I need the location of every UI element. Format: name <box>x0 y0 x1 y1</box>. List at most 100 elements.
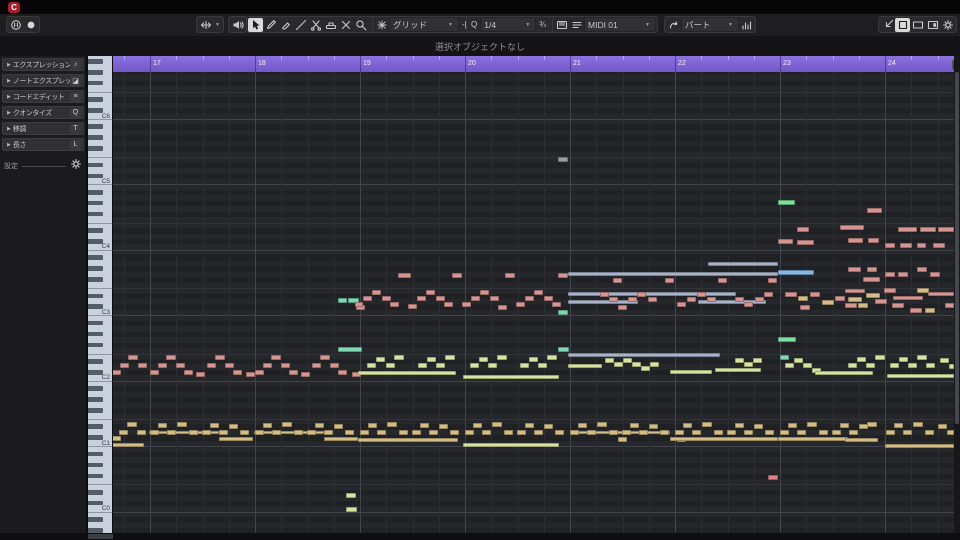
midi-note[interactable] <box>785 363 794 368</box>
midi-note[interactable] <box>797 227 809 232</box>
midi-note[interactable] <box>744 302 753 307</box>
midi-note[interactable] <box>346 493 356 498</box>
piano-key-black[interactable] <box>88 80 103 86</box>
midi-note[interactable] <box>482 430 491 435</box>
midi-note[interactable] <box>558 347 569 352</box>
vertical-scrollbar[interactable] <box>954 56 960 533</box>
midi-note[interactable] <box>558 157 568 162</box>
midi-note[interactable] <box>900 243 912 248</box>
midi-note[interactable] <box>497 355 507 360</box>
solo-editor-button[interactable] <box>8 18 23 32</box>
midi-note[interactable] <box>196 372 205 377</box>
midi-note[interactable] <box>926 363 935 368</box>
piano-key-black[interactable] <box>88 451 103 457</box>
midi-note[interactable] <box>113 370 121 375</box>
midi-note[interactable] <box>338 298 347 303</box>
piano-key-black[interactable] <box>88 342 103 348</box>
midi-note[interactable] <box>578 423 587 428</box>
midi-note[interactable] <box>778 337 796 342</box>
midi-note[interactable] <box>338 370 347 375</box>
midi-note[interactable] <box>708 262 778 266</box>
inspector-section-0[interactable]: ▶エクスプレッションマップ♪ <box>2 58 84 71</box>
scrollbar-handle[interactable] <box>955 72 959 424</box>
midi-note[interactable] <box>822 300 834 305</box>
midi-note[interactable] <box>320 355 330 360</box>
midi-note[interactable] <box>892 303 904 308</box>
midi-note[interactable] <box>158 363 167 368</box>
midi-note[interactable] <box>687 297 696 302</box>
midi-note[interactable] <box>803 363 812 368</box>
midi-note[interactable] <box>778 200 795 205</box>
midi-note[interactable] <box>938 424 947 429</box>
piano-key-black[interactable] <box>88 200 103 206</box>
piano-key-black[interactable] <box>88 277 103 282</box>
midi-note[interactable] <box>219 430 228 435</box>
midi-note[interactable] <box>479 357 488 362</box>
piano-keyboard[interactable]: C6 C5 C4 C3 C2 C1 C0 <box>88 56 113 533</box>
midi-note[interactable] <box>768 278 777 283</box>
piano-roll-canvas[interactable] <box>113 72 954 533</box>
midi-note[interactable] <box>312 363 321 368</box>
midi-note[interactable] <box>755 297 764 302</box>
midi-note[interactable] <box>613 278 622 283</box>
midi-note[interactable] <box>797 240 814 245</box>
zoom-tool[interactable] <box>353 18 368 32</box>
midi-note[interactable] <box>945 303 954 308</box>
midi-note[interactable] <box>324 430 333 435</box>
midi-note[interactable] <box>367 363 376 368</box>
midi-note[interactable] <box>289 370 298 375</box>
midi-note[interactable] <box>622 430 631 435</box>
midi-note[interactable] <box>778 437 848 441</box>
midi-note[interactable] <box>648 297 657 302</box>
piano-key-black[interactable] <box>88 424 103 430</box>
inspector-section-2[interactable]: ▶ コードエディット ≡ <box>2 90 84 103</box>
midi-note[interactable] <box>938 227 954 232</box>
midi-note[interactable] <box>547 355 557 360</box>
midi-note[interactable] <box>504 430 513 435</box>
midi-note[interactable] <box>875 355 885 360</box>
midi-note[interactable] <box>166 355 176 360</box>
midi-note[interactable] <box>848 238 863 243</box>
midi-note[interactable] <box>463 375 559 379</box>
midi-note[interactable] <box>928 292 954 296</box>
midi-note[interactable] <box>788 423 797 428</box>
timeline-ruler[interactable]: 17 18 19 20 21 22 23 24 <box>113 56 954 72</box>
midi-note[interactable] <box>840 423 849 428</box>
midi-note[interactable] <box>848 363 857 368</box>
midi-note[interactable] <box>294 430 303 435</box>
midi-note[interactable] <box>525 296 534 301</box>
midi-note[interactable] <box>735 358 744 363</box>
midi-note[interactable] <box>418 363 427 368</box>
midi-note[interactable] <box>639 430 648 435</box>
midi-note[interactable] <box>346 507 357 512</box>
midi-note[interactable] <box>683 423 692 428</box>
midi-note[interactable] <box>649 424 658 429</box>
midi-note[interactable] <box>670 370 712 374</box>
piano-key-black[interactable] <box>88 266 103 271</box>
piano-key-black[interactable] <box>88 146 103 151</box>
piano-key-black[interactable] <box>88 255 103 261</box>
piano-key-black[interactable] <box>88 489 103 495</box>
midi-note[interactable] <box>835 296 845 301</box>
step-input-button[interactable] <box>569 18 584 32</box>
piano-key-black[interactable] <box>88 359 103 364</box>
midi-note[interactable] <box>692 430 701 435</box>
midi-note[interactable] <box>255 370 264 375</box>
midi-note[interactable] <box>618 305 627 310</box>
midi-note[interactable] <box>426 290 435 295</box>
midi-note[interactable] <box>908 363 917 368</box>
piano-key-black[interactable] <box>88 228 103 233</box>
piano-key-black[interactable] <box>88 162 103 168</box>
midi-note[interactable] <box>387 422 397 427</box>
piano-key-black[interactable] <box>88 135 103 141</box>
midi-note[interactable] <box>940 358 949 363</box>
midi-note[interactable] <box>345 430 354 435</box>
midi-note[interactable] <box>885 272 895 277</box>
midi-note[interactable] <box>492 422 502 427</box>
midi-note[interactable] <box>917 243 926 248</box>
piano-key-black[interactable] <box>88 97 103 102</box>
midi-note[interactable] <box>832 430 841 435</box>
midi-note[interactable] <box>420 423 429 428</box>
inspector-section-5[interactable]: ▶ 長さ L <box>2 138 84 151</box>
midi-note[interactable] <box>702 422 712 427</box>
